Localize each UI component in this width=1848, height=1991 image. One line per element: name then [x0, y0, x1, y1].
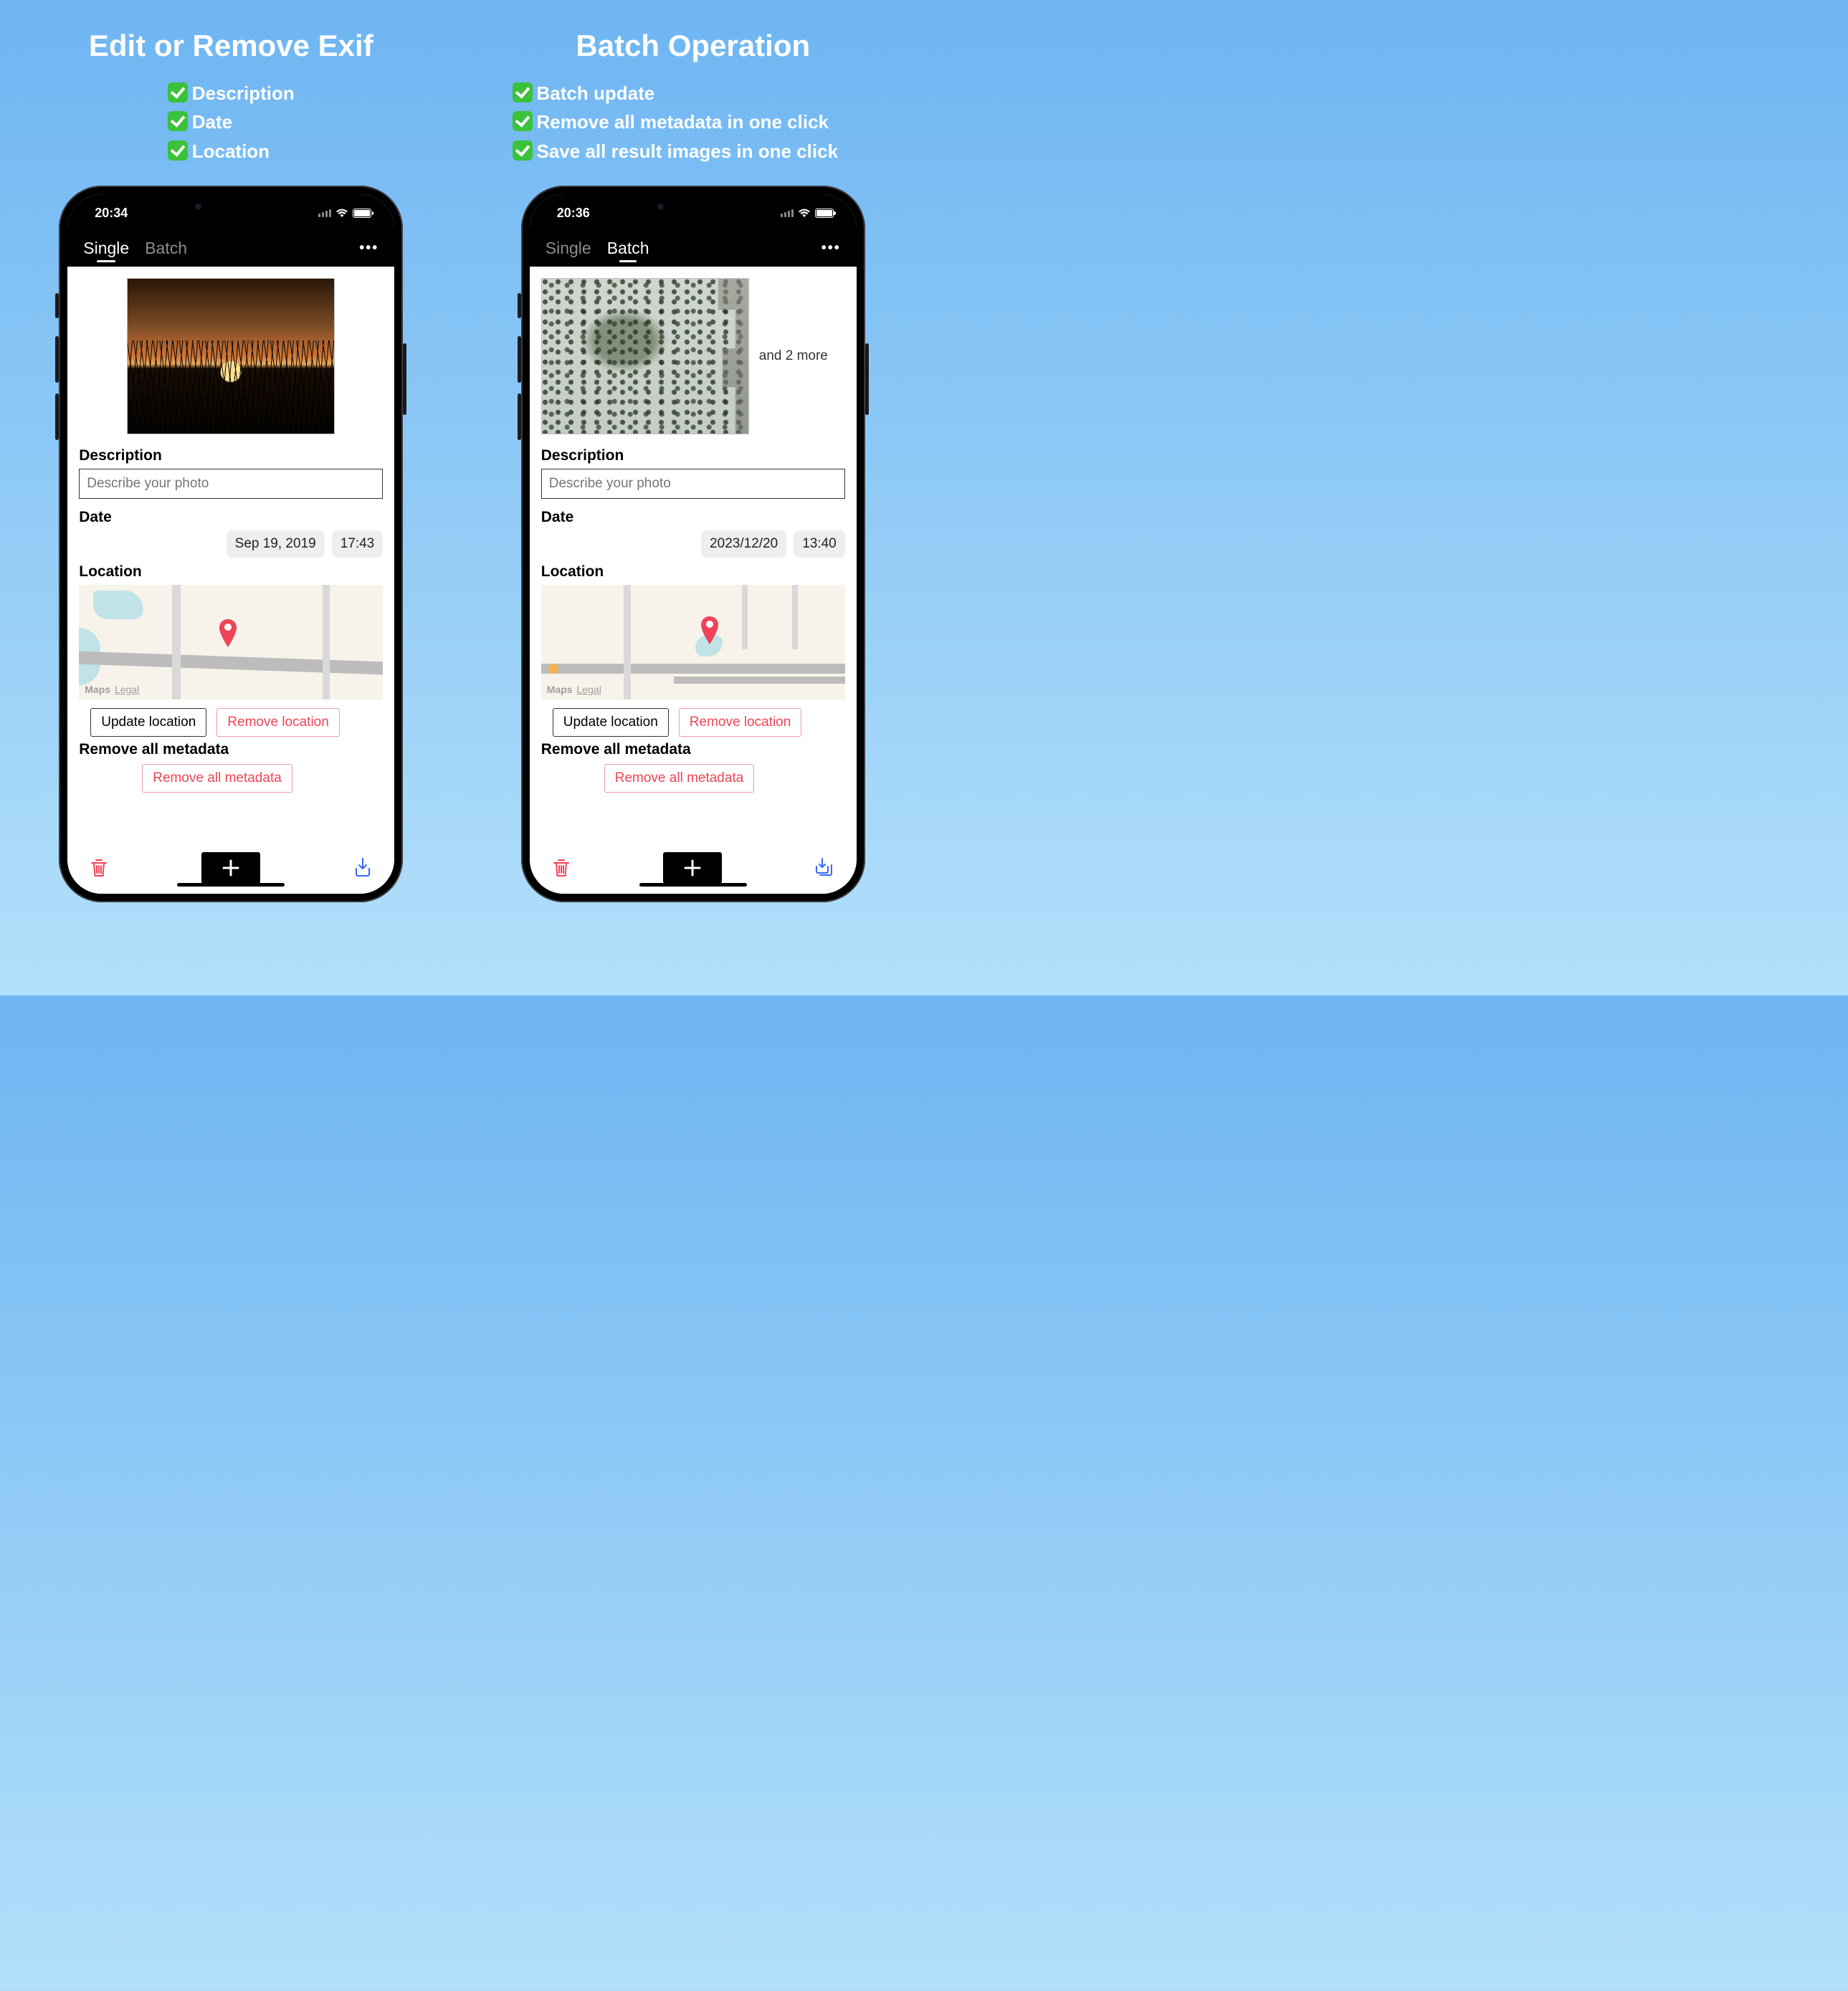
delete-button[interactable] [551, 857, 571, 879]
bullet-item: Save all result images in one click [513, 137, 839, 166]
photo-thumbnail[interactable] [541, 278, 749, 434]
battery-icon [815, 209, 834, 218]
remove-all-label: Remove all metadata [541, 741, 845, 758]
tab-bar: Single Batch ••• [530, 233, 857, 267]
description-label: Description [541, 447, 845, 464]
tab-single[interactable]: Single [83, 239, 129, 258]
location-map[interactable]: MapsLegal [541, 585, 845, 700]
location-map[interactable]: MapsLegal [79, 585, 383, 700]
check-icon [168, 111, 188, 131]
more-photos-text: and 2 more [759, 348, 828, 364]
status-time: 20:34 [95, 206, 128, 221]
check-icon [168, 82, 188, 102]
cellular-icon [781, 209, 794, 217]
location-label: Location [79, 563, 383, 581]
home-indicator [639, 883, 747, 887]
wifi-icon [335, 209, 348, 218]
bullet-item: Description [168, 79, 295, 108]
location-label: Location [541, 563, 845, 581]
description-label: Description [79, 447, 383, 464]
remove-location-button[interactable]: Remove location [216, 708, 340, 737]
tab-batch[interactable]: Batch [607, 239, 649, 258]
battery-icon [353, 209, 371, 218]
bullet-item: Batch update [513, 79, 839, 108]
date-label: Date [79, 509, 383, 526]
map-attribution: MapsLegal [85, 684, 139, 695]
headline-left: Edit or Remove Exif [89, 29, 373, 63]
bullet-item: Date [168, 108, 295, 136]
remove-location-button[interactable]: Remove location [679, 708, 802, 737]
map-attribution: MapsLegal [547, 684, 601, 695]
date-chip[interactable]: 2023/12/20 [701, 530, 786, 558]
time-chip[interactable]: 13:40 [794, 530, 845, 558]
remove-all-button[interactable]: Remove all metadata [142, 764, 292, 793]
check-icon [513, 140, 533, 161]
bullet-item: Remove all metadata in one click [513, 108, 839, 136]
time-chip[interactable]: 17:43 [332, 530, 384, 558]
bullet-item: Location [168, 137, 295, 166]
update-location-button[interactable]: Update location [90, 708, 206, 737]
home-indicator [177, 883, 285, 887]
bullets-left: Description Date Location [168, 79, 295, 166]
content-area: Description Date Sep 19, 2019 17:43 Loca… [67, 267, 394, 842]
status-time: 20:36 [557, 206, 590, 221]
remove-all-button[interactable]: Remove all metadata [604, 764, 755, 793]
tab-bar: Single Batch ••• [67, 233, 394, 267]
phone-mockup-left: 20:34 Single Batch ••• Description Date [59, 186, 403, 902]
more-button[interactable]: ••• [821, 240, 841, 257]
tab-batch[interactable]: Batch [145, 239, 187, 258]
photo-thumbnail[interactable] [127, 278, 335, 434]
add-button[interactable] [201, 852, 260, 884]
cellular-icon [318, 209, 331, 217]
date-label: Date [541, 509, 845, 526]
headline-right: Batch Operation [576, 29, 810, 63]
panel-right: Batch Operation Batch update Remove all … [462, 0, 925, 996]
tab-single[interactable]: Single [546, 239, 591, 258]
phone-mockup-right: 20:36 Single Batch ••• and 2 more Descri… [521, 186, 865, 902]
check-icon [513, 111, 533, 131]
save-all-button[interactable] [814, 857, 835, 879]
add-button[interactable] [663, 852, 722, 884]
description-input[interactable] [541, 469, 845, 499]
save-button[interactable] [353, 857, 373, 879]
wifi-icon [798, 209, 811, 218]
bullets-right: Batch update Remove all metadata in one … [513, 79, 839, 166]
panel-left: Edit or Remove Exif Description Date Loc… [0, 0, 462, 996]
delete-button[interactable] [89, 857, 109, 879]
update-location-button[interactable]: Update location [553, 708, 669, 737]
more-button[interactable]: ••• [359, 240, 378, 257]
remove-all-label: Remove all metadata [79, 741, 383, 758]
content-area: and 2 more Description Date 2023/12/20 1… [530, 267, 857, 842]
map-pin-icon [219, 619, 237, 648]
check-icon [513, 82, 533, 102]
description-input[interactable] [79, 469, 383, 499]
check-icon [168, 140, 188, 161]
date-chip[interactable]: Sep 19, 2019 [227, 530, 325, 558]
map-pin-icon [700, 616, 719, 645]
